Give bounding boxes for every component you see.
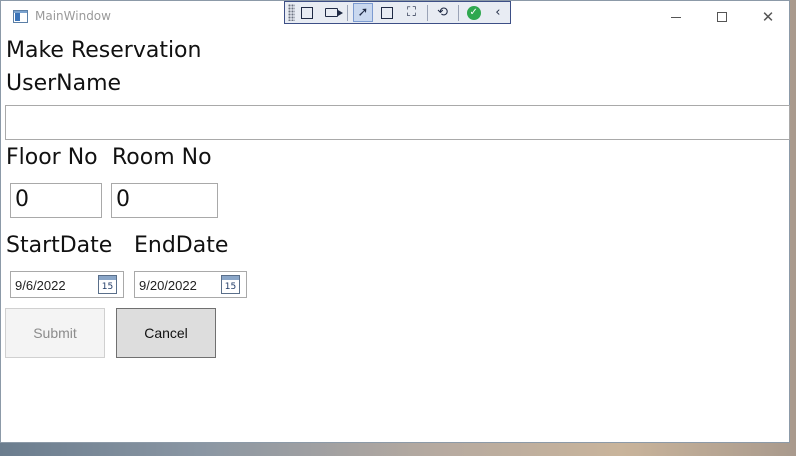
minimize-icon xyxy=(671,16,681,18)
debug-toolbar: ➚ ⛶ ⟲ ✓ ‹ xyxy=(284,1,511,24)
end-date-picker[interactable]: 9/20/2022 15 xyxy=(134,271,247,298)
floor-input[interactable]: 0 xyxy=(10,183,102,218)
window-title: MainWindow xyxy=(35,9,111,23)
end-date-label: EndDate xyxy=(134,233,229,258)
username-field[interactable] xyxy=(5,105,790,140)
title-bar[interactable]: MainWindow ➚ ⛶ ⟲ ✓ ‹ ✕ xyxy=(1,1,789,33)
toolbar-separator xyxy=(346,4,348,21)
room-input[interactable]: 0 xyxy=(111,183,218,218)
close-button[interactable]: ✕ xyxy=(745,1,791,33)
maximize-button[interactable] xyxy=(699,1,745,33)
hot-reload-icon[interactable]: ⟲ xyxy=(432,3,452,22)
submit-button[interactable]: Submit xyxy=(5,308,105,358)
select-element-icon[interactable] xyxy=(297,3,317,22)
calendar-icon[interactable]: 15 xyxy=(221,275,240,294)
show-layout-adorners-icon[interactable] xyxy=(377,3,397,22)
display-layout-icon[interactable]: ⛶ xyxy=(401,3,421,22)
minimize-button[interactable] xyxy=(653,1,699,33)
binding-check-icon[interactable]: ✓ xyxy=(464,3,484,22)
close-icon: ✕ xyxy=(761,7,775,26)
calendar-icon[interactable]: 15 xyxy=(98,275,117,294)
maximize-icon xyxy=(717,12,727,22)
username-label: UserName xyxy=(6,71,122,96)
select-element-active-icon[interactable]: ➚ xyxy=(352,3,374,22)
main-window: MainWindow ➚ ⛶ ⟲ ✓ ‹ ✕ Make Reservation … xyxy=(0,0,790,443)
start-date-value: 9/6/2022 xyxy=(15,278,66,293)
cancel-button[interactable]: Cancel xyxy=(116,308,216,358)
toolbar-separator xyxy=(426,4,428,21)
page-title: Make Reservation xyxy=(6,38,202,63)
track-focus-icon[interactable] xyxy=(322,3,344,22)
end-date-value: 9/20/2022 xyxy=(139,278,197,293)
toolbar-separator xyxy=(457,4,459,21)
toolbar-grip-icon[interactable] xyxy=(288,4,296,21)
start-date-picker[interactable]: 9/6/2022 15 xyxy=(10,271,124,298)
start-date-label: StartDate xyxy=(6,233,113,258)
room-label: Room No xyxy=(112,145,212,170)
app-icon xyxy=(13,10,28,23)
collapse-chevron-icon[interactable]: ‹ xyxy=(488,3,508,22)
floor-label: Floor No xyxy=(6,145,98,170)
